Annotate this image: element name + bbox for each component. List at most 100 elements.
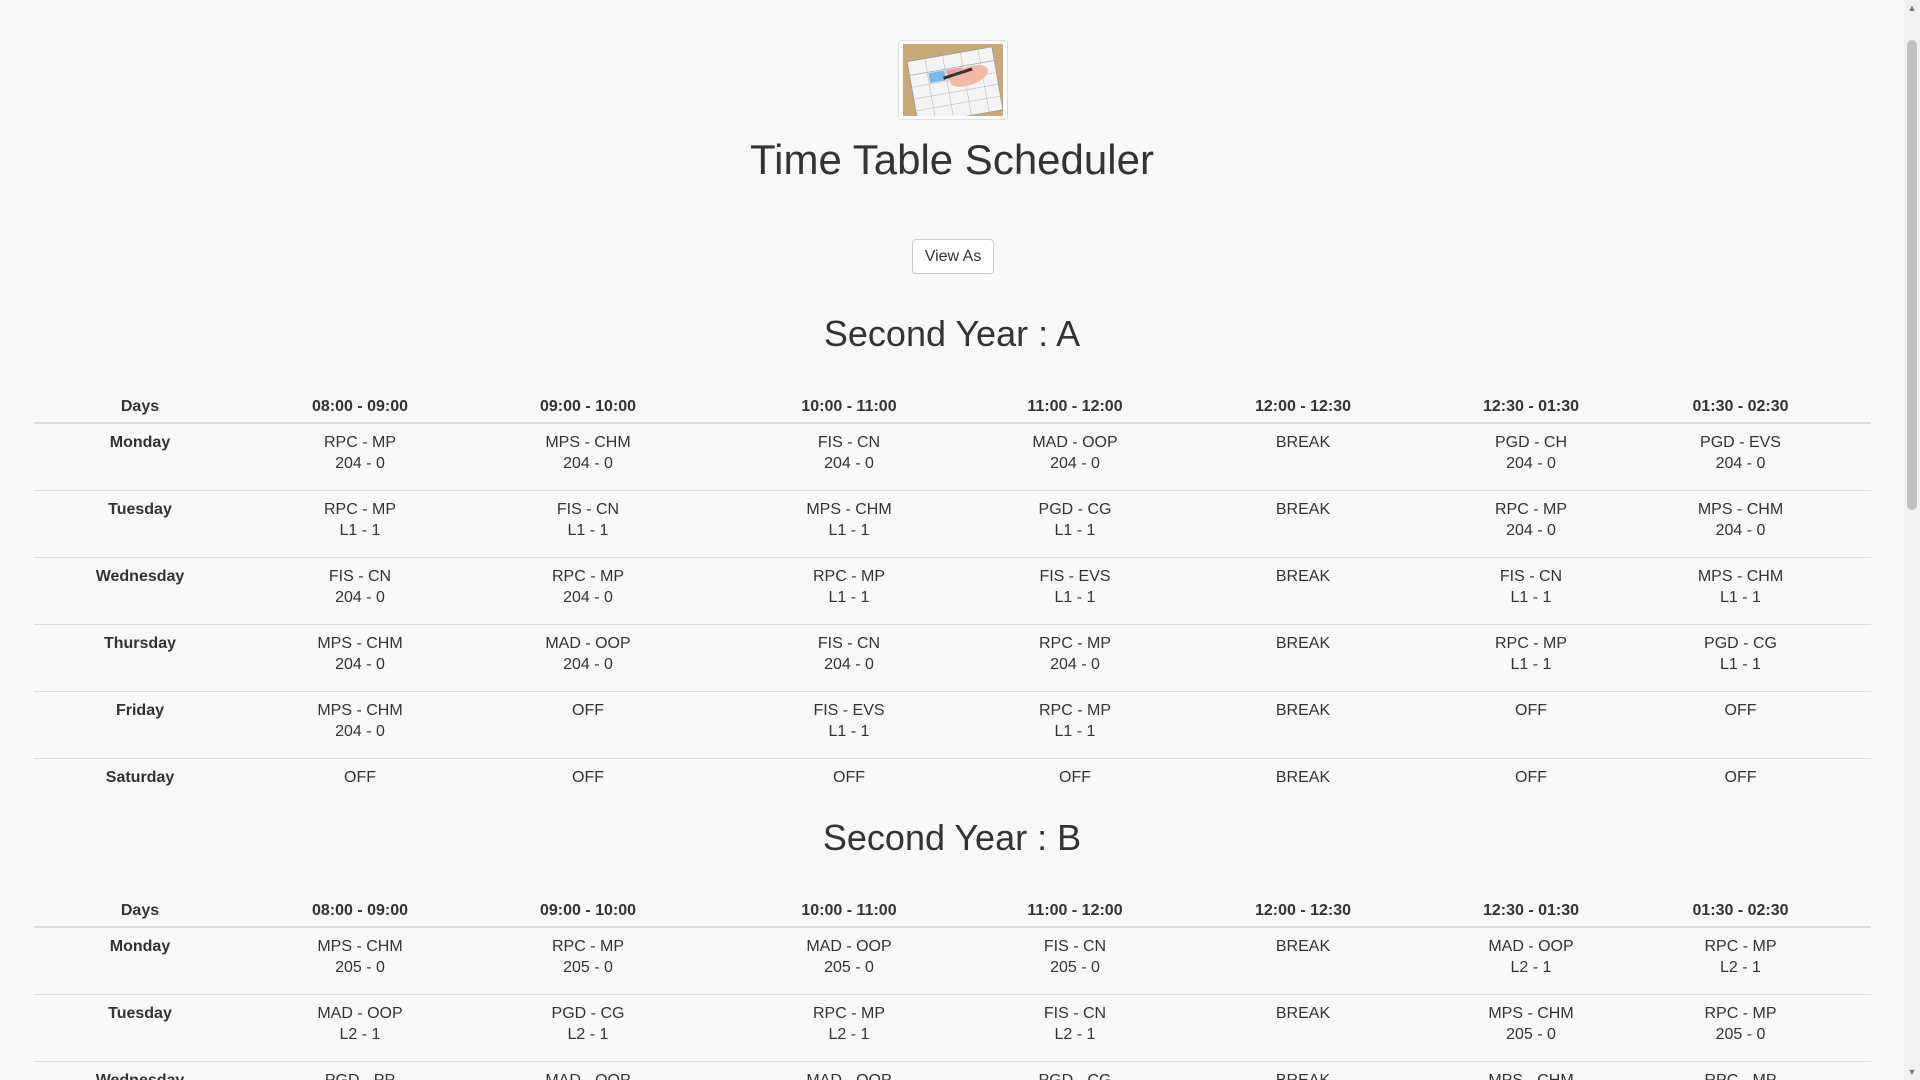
schedule-cell: RPC - MP L2 - 1	[1610, 927, 1871, 995]
room-label: L2 - 1	[1054, 1026, 1096, 1043]
schedule-cell: OFF	[1610, 758, 1871, 825]
subject-label: OFF	[833, 769, 865, 786]
schedule-cell: FIS - CN 205 - 0	[996, 927, 1154, 995]
schedule-cell: BREAK	[1154, 758, 1452, 825]
room-label: 204 - 0	[1506, 522, 1556, 539]
schedule-cell: RPC - MP 204 - 0	[1452, 490, 1610, 558]
schedule-cell: OFF	[474, 758, 702, 825]
schedule-cell: RPC - MP L1 - 1	[702, 557, 996, 625]
subject-label: MPS - CHM	[317, 635, 403, 652]
app-title: Time Table Scheduler	[750, 136, 1154, 183]
schedule-cell: MPS - CHM 205 - 0	[1452, 994, 1610, 1062]
room-label: 204 - 0	[335, 656, 385, 673]
schedule-cell: FIS - CN L2 - 1	[996, 994, 1154, 1062]
schedule-cell: PGD - EVS 204 - 0	[1610, 423, 1871, 491]
subject-label: FIS - EVS	[1039, 568, 1111, 585]
room-label: L2 - 1	[828, 1026, 870, 1043]
day-label: Tuesday	[34, 994, 246, 1062]
schedule-cell: FIS - EVS L1 - 1	[996, 557, 1154, 625]
subject-label: OFF	[1515, 702, 1547, 719]
room-label: L2 - 1	[339, 1026, 381, 1043]
subject-label: MAD - OOP	[710, 1070, 988, 1080]
column-header-time-slot: 09:00 - 10:00	[474, 880, 702, 928]
column-header-time-slot: 08:00 - 09:00	[246, 880, 474, 928]
room-label: 204 - 0	[1715, 455, 1766, 472]
subject-label: RPC - MP	[552, 568, 624, 585]
schedule-cell: BREAK	[1154, 1061, 1452, 1080]
schedule-cell: RPC - MP L1 - 1	[246, 490, 474, 558]
subject-label: MAD - OOP	[317, 1005, 403, 1022]
subject-label: PGD - CG	[1704, 635, 1777, 652]
subject-label: OFF	[344, 769, 376, 786]
table-header-row: Days 08:00 - 09:00 09:00 - 10:00 10:00 - 11…	[34, 376, 1871, 424]
vertical-scrollbar[interactable]: ▲ ▼	[1904, 0, 1920, 1080]
room-label: L1 - 1	[1054, 522, 1096, 539]
table-row: Tuesday RPC - MP L1 - 1 FIS - CN L1 - 1 MPS -…	[34, 490, 1871, 558]
column-header-days: Days	[34, 880, 246, 928]
subject-label: OFF	[1515, 769, 1547, 786]
subject-label: BREAK	[1275, 1005, 1331, 1022]
schedule-cell: BREAK	[1154, 490, 1452, 558]
schedule-cell: MPS - CHM L1 - 1	[702, 490, 996, 558]
schedule-cell: RPC - MP L1 - 1	[1452, 624, 1610, 692]
schedule-cell: PGD - CG L2 - 1	[474, 994, 702, 1062]
schedule-cell: MAD - OOP L2 - 1	[246, 994, 474, 1062]
schedule-cell: OFF	[474, 691, 702, 759]
subject-label: PGD - CH	[1495, 434, 1567, 451]
timetable-logo	[898, 40, 1008, 120]
timetable-second-year-a: Days 08:00 - 09:00 09:00 - 10:00 10:00 - 11…	[34, 376, 1871, 825]
room-label: L1 - 1	[1720, 656, 1761, 673]
schedule-cell: FIS - EVS L1 - 1	[702, 691, 996, 759]
schedule-cell: MAD - OOP 204 - 0	[474, 624, 702, 692]
subject-label: RPC - MP	[1704, 938, 1777, 955]
schedule-cell: MPS - CHM	[1452, 1061, 1610, 1080]
column-header-time-slot: 12:30 - 01:30	[1452, 880, 1610, 928]
view-as-button[interactable]: View As	[912, 239, 994, 274]
schedule-cell: FIS - CN L1 - 1	[474, 490, 702, 558]
subject-label: RPC - MP	[1704, 1005, 1777, 1022]
schedule-cell: OFF	[246, 758, 474, 825]
schedule-cell: RPC - MP 205 - 0	[1610, 994, 1871, 1062]
schedule-cell: RPC - MP 204 - 0	[474, 557, 702, 625]
room-label: L1 - 1	[339, 522, 381, 539]
subject-label: MAD - OOP	[1032, 434, 1118, 451]
table-row: Monday MPS - CHM 205 - 0 RPC - MP 205 - 0 MAD…	[34, 927, 1871, 995]
scroll-up-arrow-icon[interactable]: ▲	[1904, 0, 1920, 16]
scrollbar-thumb[interactable]	[1907, 40, 1917, 510]
schedule-cell: PGD - PP	[246, 1061, 474, 1080]
room-label: 204 - 0	[1506, 455, 1556, 472]
subject-label: MAD - OOP	[806, 938, 892, 955]
schedule-cell: BREAK	[1154, 423, 1452, 491]
room-label: 204 - 0	[335, 455, 385, 472]
column-header-time-slot: 09:00 - 10:00	[474, 376, 702, 424]
subject-label: PGD - PP	[254, 1070, 466, 1080]
subject-label: FIS - CN	[1499, 568, 1563, 585]
subject-label: BREAK	[1275, 702, 1331, 719]
schedule-cell: OFF	[1452, 758, 1610, 825]
room-label: L2 - 1	[1510, 959, 1552, 976]
subject-label: MPS - CHM	[317, 702, 403, 719]
schedule-cell: MAD - OOP 205 - 0	[702, 927, 996, 995]
page: Time Table Scheduler View As Second Year…	[0, 0, 1904, 1080]
subject-label: BREAK	[1275, 501, 1331, 518]
room-label: L1 - 1	[828, 589, 870, 606]
column-header-time-slot: 12:00 - 12:30	[1154, 880, 1452, 928]
schedule-cell: PGD - CG	[996, 1061, 1154, 1080]
schedule-cell: RPC - MP 205 - 0	[474, 927, 702, 995]
subject-label: RPC - MP	[1618, 1070, 1863, 1080]
subject-label: PGD - CG	[1004, 1070, 1146, 1080]
schedule-cell: OFF	[996, 758, 1154, 825]
schedule-cell: BREAK	[1154, 691, 1452, 759]
scroll-down-arrow-icon[interactable]: ▼	[1904, 1064, 1920, 1080]
day-label: Wednesday	[34, 1061, 246, 1080]
subject-label: MPS - CHM	[806, 501, 892, 518]
room-label: 205 - 0	[335, 959, 385, 976]
schedule-cell: MPS - CHM 204 - 0	[246, 691, 474, 759]
subject-label: BREAK	[1275, 769, 1331, 786]
room-label: L1 - 1	[1054, 723, 1096, 740]
room-label: L1 - 1	[1510, 589, 1552, 606]
subject-label: BREAK	[1275, 568, 1331, 585]
subject-label: FIS - EVS	[813, 702, 885, 719]
table-row: Friday MPS - CHM 204 - 0 OFF FIS - EVS L1 - 1…	[34, 691, 1871, 759]
subject-label: OFF	[1059, 769, 1091, 786]
